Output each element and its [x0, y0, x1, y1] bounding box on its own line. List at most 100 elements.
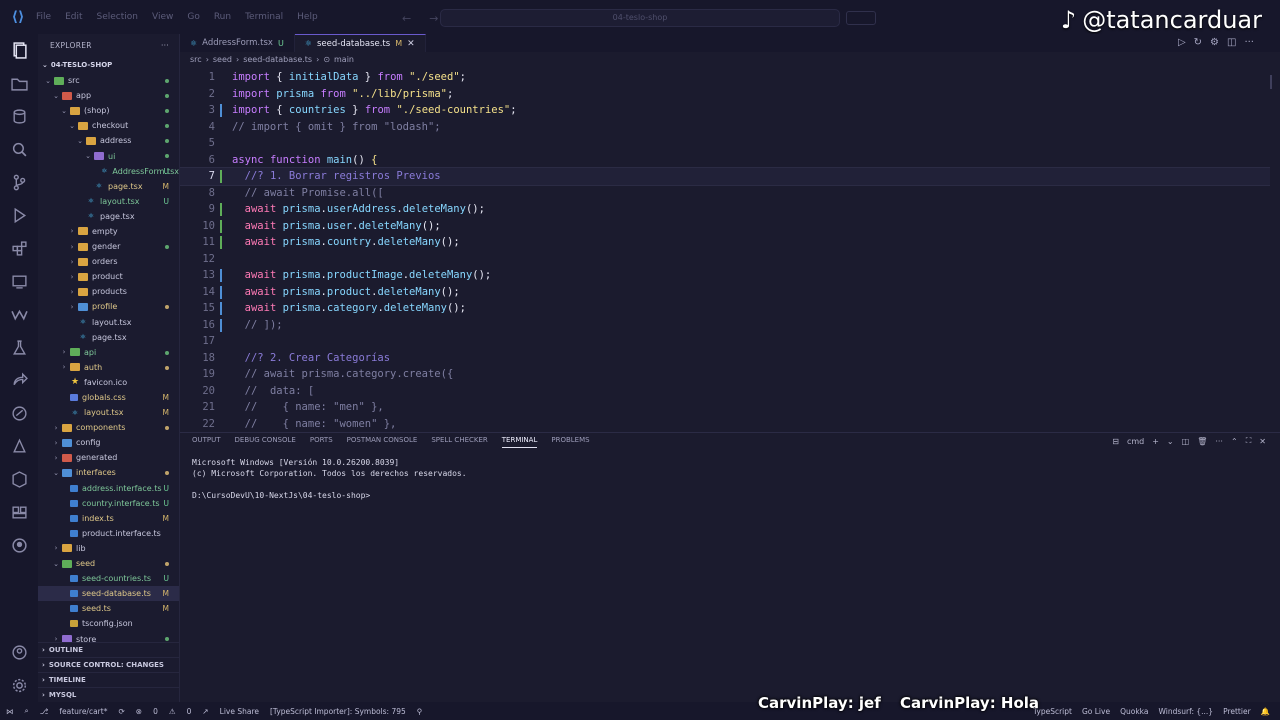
menu-selection[interactable]: Selection: [97, 12, 138, 22]
code-line[interactable]: 20 // data: [: [180, 383, 1270, 400]
code-line[interactable]: 4 // import { omit } from "lodash";: [180, 119, 1270, 136]
postman-icon[interactable]: [0, 397, 38, 430]
tree-file[interactable]: ★ favicon.ico: [38, 375, 179, 390]
close-panel-icon[interactable]: ✕: [1259, 437, 1266, 446]
split-editor-icon[interactable]: ◫: [1227, 37, 1236, 48]
tree-file[interactable]: index.ts M: [38, 511, 179, 526]
code-line[interactable]: 15 await prisma.category.deleteMany();: [180, 300, 1270, 317]
copilot-button[interactable]: [846, 11, 876, 25]
chevron-up-icon[interactable]: ⌃: [1231, 437, 1238, 446]
windsurf-icon[interactable]: [0, 298, 38, 331]
source-control-icon[interactable]: [0, 166, 38, 199]
menu-help[interactable]: Help: [297, 12, 318, 22]
tree-file[interactable]: seed-countries.ts U: [38, 571, 179, 586]
section-source-control[interactable]: › SOURCE CONTROL: CHANGES: [38, 657, 180, 672]
tree-file[interactable]: ⚛ layout.tsx U: [38, 194, 179, 209]
tree-folder[interactable]: › lib: [38, 541, 179, 556]
code-line[interactable]: 7 //? 1. Borrar registros Previos: [180, 167, 1270, 186]
code-line[interactable]: 6 async function main() {: [180, 152, 1270, 169]
search-icon[interactable]: ⌕: [25, 706, 29, 716]
section-outline[interactable]: › OUTLINE: [38, 642, 180, 657]
tree-folder[interactable]: › profile: [38, 299, 179, 314]
tree-folder[interactable]: › products: [38, 284, 179, 299]
maximize-panel-icon[interactable]: ⛶: [1246, 436, 1252, 446]
sync-icon[interactable]: ⟳: [118, 707, 124, 716]
tree-file[interactable]: ⚛ page.tsx M: [38, 179, 179, 194]
quokka[interactable]: Quokka: [1120, 707, 1148, 716]
tree-folder[interactable]: › auth: [38, 360, 179, 375]
pin-icon[interactable]: ⚲: [417, 707, 423, 716]
tree-folder[interactable]: ⌄ src: [38, 73, 179, 88]
code-editor[interactable]: 1 import { initialData } from "./seed"; 2 i…: [180, 69, 1270, 429]
code-line[interactable]: 11 await prisma.country.deleteMany();: [180, 234, 1270, 251]
notifications-icon[interactable]: 🔔: [1261, 707, 1270, 716]
code-line[interactable]: 2 import prisma from "../lib/prisma";: [180, 86, 1270, 103]
code-line[interactable]: 21 // { name: "men" },: [180, 399, 1270, 416]
database-icon[interactable]: [0, 100, 38, 133]
code-line[interactable]: 13 await prisma.productImage.deleteMany(…: [180, 267, 1270, 284]
tab-problems[interactable]: PROBLEMS: [551, 436, 589, 448]
live-share-icon[interactable]: [0, 364, 38, 397]
prettier[interactable]: Prettier: [1223, 707, 1251, 716]
breadcrumb-seed[interactable]: seed: [213, 55, 232, 64]
go-live[interactable]: Go Live: [1082, 707, 1110, 716]
tree-folder[interactable]: ⌄ address: [38, 133, 179, 148]
run-icon[interactable]: ▷: [1178, 37, 1186, 48]
tree-folder[interactable]: ⌄ app: [38, 88, 179, 103]
branch-name[interactable]: feature/cart*: [59, 707, 107, 716]
remote-icon[interactable]: ⋈: [6, 707, 14, 716]
live-share[interactable]: Live Share: [220, 707, 259, 716]
code-line[interactable]: 10 await prisma.user.deleteMany();: [180, 218, 1270, 235]
tree-folder[interactable]: › orders: [38, 254, 179, 269]
code-line[interactable]: 9 await prisma.userAddress.deleteMany();: [180, 201, 1270, 218]
section-timeline[interactable]: › TIMELINE: [38, 672, 180, 687]
github-icon[interactable]: [0, 529, 38, 562]
menu-edit[interactable]: Edit: [65, 12, 82, 22]
tree-folder[interactable]: ⌄ seed: [38, 556, 179, 571]
tree-folder[interactable]: › empty: [38, 224, 179, 239]
code-line[interactable]: 1 import { initialData } from "./seed";: [180, 69, 1270, 86]
gear-icon[interactable]: ⚙: [1210, 37, 1219, 48]
back-arrow-icon[interactable]: ←: [402, 12, 411, 25]
tree-folder[interactable]: › api: [38, 345, 179, 360]
more-actions-icon[interactable]: ···: [1215, 437, 1223, 446]
command-center[interactable]: 04-teslo-shop: [440, 9, 840, 27]
tree-file[interactable]: globals.css M: [38, 390, 179, 405]
close-tab-icon[interactable]: ✕: [407, 39, 415, 49]
tree-folder[interactable]: › generated: [38, 450, 179, 465]
breadcrumb-src[interactable]: src: [190, 55, 202, 64]
split-terminal-icon[interactable]: ◫: [1182, 437, 1190, 446]
tab-addressform[interactable]: ⚛ AddressForm.tsx U: [180, 34, 295, 52]
code-line[interactable]: 8 // await Promise.all([: [180, 185, 1270, 202]
history-icon[interactable]: ↻: [1194, 37, 1202, 48]
code-line[interactable]: 16 // ]);: [180, 317, 1270, 334]
tab-seed-database[interactable]: ⚛ seed-database.ts M ✕: [294, 34, 426, 52]
tree-folder[interactable]: › config: [38, 435, 179, 450]
ts-importer-status[interactable]: [TypeScript Importer]: Symbols: 795: [270, 707, 406, 716]
windsurf-status[interactable]: Windsurf: {...}: [1158, 707, 1213, 716]
workspace-root[interactable]: ⌄ 04-TESLO-SHOP: [38, 57, 179, 73]
folder-icon[interactable]: [0, 67, 38, 100]
error-count[interactable]: 0: [153, 707, 158, 716]
code-line[interactable]: 19 // await prisma.category.create({: [180, 366, 1270, 383]
code-line[interactable]: 5: [180, 135, 1270, 152]
tree-file[interactable]: ⚛ layout.tsx: [38, 315, 179, 330]
section-mysql[interactable]: › MYSQL: [38, 687, 180, 702]
explorer-icon[interactable]: [0, 34, 38, 67]
run-debug-icon[interactable]: [0, 199, 38, 232]
warning-count[interactable]: 0: [187, 707, 192, 716]
more-actions-icon[interactable]: ···: [161, 41, 169, 50]
tree-file[interactable]: ⚛ AddressForm.tsx U: [38, 164, 179, 179]
tree-folder[interactable]: › product: [38, 269, 179, 284]
code-line[interactable]: 22 // { name: "women" },: [180, 416, 1270, 430]
menu-view[interactable]: View: [152, 12, 173, 22]
code-line[interactable]: 14 await prisma.product.deleteMany();: [180, 284, 1270, 301]
testing-icon[interactable]: [0, 331, 38, 364]
more-actions-icon[interactable]: ···: [1244, 37, 1254, 48]
settings-gear-icon[interactable]: [0, 669, 38, 702]
chevron-down-icon[interactable]: ⌄: [1167, 437, 1174, 446]
tailwind-icon[interactable]: [0, 496, 38, 529]
minimap[interactable]: [1266, 69, 1280, 429]
tree-file[interactable]: product.interface.ts: [38, 526, 179, 541]
tab-debug-console[interactable]: DEBUG CONSOLE: [235, 436, 296, 448]
